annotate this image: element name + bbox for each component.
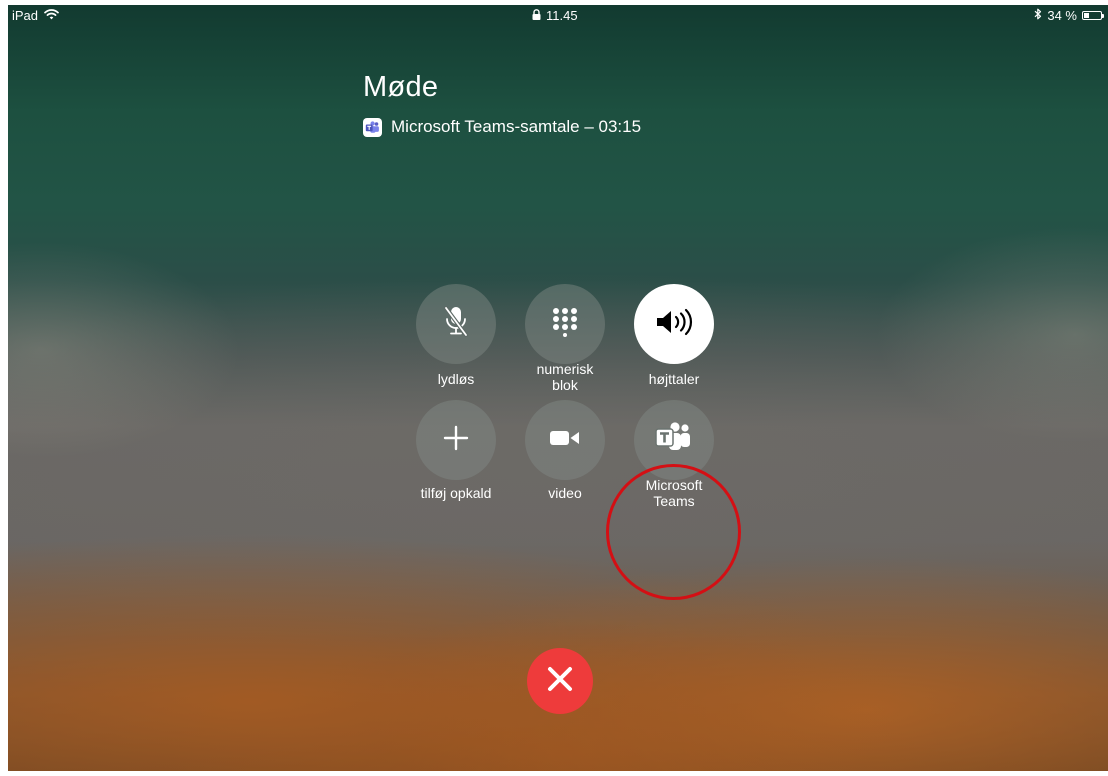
mic-off-icon [441, 305, 471, 344]
keypad-label-line2: blok [552, 377, 578, 393]
keypad-label: numerisk blok [505, 361, 625, 393]
battery-percent: 34 % [1047, 8, 1077, 23]
bluetooth-icon [1034, 8, 1042, 23]
call-status-text: Microsoft Teams-samtale – 03:15 [391, 117, 642, 136]
video-camera-icon [549, 428, 581, 453]
battery-level [1084, 13, 1089, 18]
speaker-button[interactable] [634, 284, 714, 364]
add-call-label: tilføj opkald [420, 485, 492, 501]
speaker-icon [654, 308, 694, 341]
plus-icon [443, 425, 469, 456]
add-call-button[interactable] [416, 400, 496, 480]
call-subtitle: Microsoft Teams-samtale – 03:15 [363, 117, 641, 137]
status-left: iPad [12, 8, 59, 23]
mute-button[interactable] [416, 284, 496, 364]
call-screen: iPad 11.45 34 % Møde Microsoft Teams-sam… [8, 5, 1108, 771]
device-name: iPad [12, 8, 39, 23]
mute-label: lydløs [437, 371, 475, 387]
keypad-label-line1: numerisk [536, 361, 594, 377]
wifi-icon [44, 8, 59, 23]
speaker-label: højttaler [648, 371, 700, 387]
close-icon [545, 664, 575, 699]
keypad-icon [550, 307, 580, 342]
end-call-button[interactable] [527, 648, 593, 714]
microsoft-teams-app-icon [363, 117, 382, 137]
microsoft-teams-icon [655, 421, 693, 460]
call-title: Møde [363, 71, 439, 103]
battery-icon [1082, 11, 1104, 20]
video-label: video [548, 485, 582, 501]
keypad-button[interactable] [525, 284, 605, 364]
status-bar: iPad 11.45 34 % [8, 5, 1108, 27]
annotation-circle [606, 464, 741, 600]
status-time: 11.45 [546, 8, 578, 23]
status-right: 34 % [1034, 8, 1104, 23]
status-center: 11.45 [532, 8, 578, 23]
lock-icon [532, 8, 541, 23]
video-button[interactable] [525, 400, 605, 480]
